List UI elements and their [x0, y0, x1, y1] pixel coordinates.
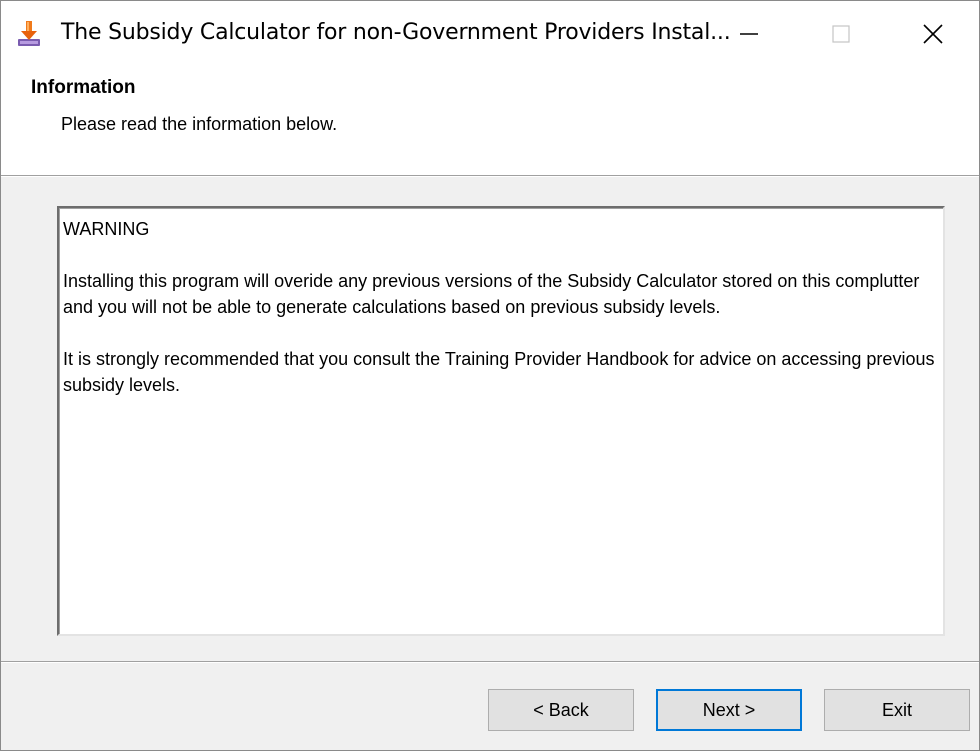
info-memo-content: WARNING Installing this program will ove… — [59, 208, 943, 634]
header-divider — [1, 175, 979, 177]
maximize-icon — [832, 25, 850, 43]
close-icon — [923, 24, 943, 44]
next-button[interactable]: Next > — [656, 689, 802, 731]
maximize-button[interactable] — [795, 1, 887, 67]
back-button[interactable]: < Back — [488, 689, 634, 731]
page-header: Information Please read the information … — [1, 67, 979, 175]
title-bar[interactable]: The Subsidy Calculator for non-Governmen… — [1, 1, 979, 67]
page-title: Information — [31, 77, 136, 98]
installer-icon — [15, 19, 43, 49]
footer-divider — [1, 661, 979, 663]
warning-heading: WARNING — [63, 219, 150, 239]
info-memo[interactable]: WARNING Installing this program will ove… — [57, 206, 945, 636]
page-subtitle: Please read the information below. — [61, 114, 338, 134]
close-button[interactable] — [887, 1, 979, 67]
installer-window: The Subsidy Calculator for non-Governmen… — [0, 0, 980, 751]
exit-button[interactable]: Exit — [824, 689, 970, 731]
window-title: The Subsidy Calculator for non-Governmen… — [61, 20, 731, 45]
minimize-icon — [740, 33, 758, 35]
minimize-button[interactable] — [703, 1, 795, 67]
warning-paragraph-2: It is strongly recommended that you cons… — [63, 349, 935, 395]
warning-paragraph-1: Installing this program will overide any… — [63, 271, 920, 317]
